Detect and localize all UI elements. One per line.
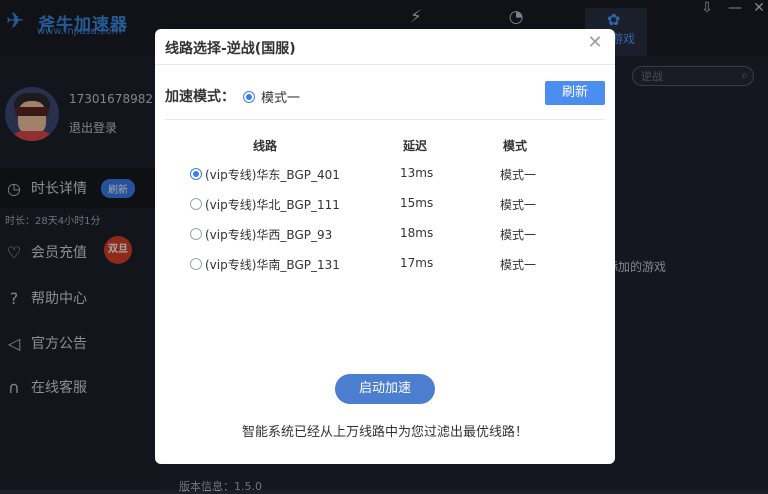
route-radio[interactable] — [190, 168, 202, 180]
route-latency: 17ms — [400, 256, 434, 270]
route-latency: 13ms — [400, 166, 434, 180]
column-header-route: 线路 — [253, 139, 278, 153]
route-radio[interactable] — [190, 258, 202, 270]
route-radio[interactable] — [190, 198, 202, 210]
route-row[interactable]: (vip专线)华东_BGP_401 13ms 模式一 — [155, 162, 615, 186]
refresh-button[interactable]: 刷新 — [545, 81, 605, 105]
mode-label: 加速模式： — [165, 89, 235, 105]
route-row[interactable]: (vip专线)华南_BGP_131 17ms 模式一 — [155, 252, 615, 276]
route-mode: 模式一 — [500, 168, 537, 182]
close-icon[interactable]: ✕ — [587, 34, 603, 52]
start-acceleration-button[interactable]: 启动加速 — [335, 374, 435, 404]
route-name: (vip专线)华东_BGP_401 — [205, 168, 340, 182]
mode-option-label: 模式一 — [261, 91, 301, 106]
dialog-title: 线路选择-逆战(国服) — [165, 41, 296, 57]
route-mode: 模式一 — [500, 198, 537, 212]
route-name: (vip专线)华北_BGP_111 — [205, 198, 340, 212]
mode-option[interactable]: 模式一 — [243, 87, 300, 106]
route-mode: 模式一 — [500, 228, 537, 242]
route-select-dialog: 线路选择-逆战(国服) ✕ 加速模式： 模式一 刷新 线路 延迟 模式 (vip… — [155, 29, 615, 464]
divider — [155, 64, 615, 65]
route-row[interactable]: (vip专线)华北_BGP_111 15ms 模式一 — [155, 192, 615, 216]
route-radio[interactable] — [190, 228, 202, 240]
route-latency: 18ms — [400, 226, 434, 240]
mode-radio[interactable] — [243, 90, 255, 103]
route-mode: 模式一 — [500, 258, 537, 272]
divider — [165, 119, 605, 120]
column-header-latency: 延迟 — [403, 139, 428, 153]
footer-message: 智能系统已经从上万线路中为您过滤出最优线路！ — [241, 425, 528, 440]
route-name: (vip专线)华西_BGP_93 — [205, 228, 333, 242]
route-name: (vip专线)华南_BGP_131 — [205, 258, 340, 272]
route-row[interactable]: (vip专线)华西_BGP_93 18ms 模式一 — [155, 222, 615, 246]
route-latency: 15ms — [400, 196, 434, 210]
column-header-mode: 模式 — [503, 139, 528, 153]
